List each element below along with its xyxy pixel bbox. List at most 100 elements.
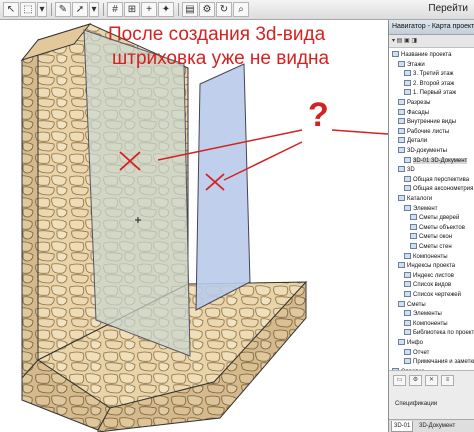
toolbar-divider: [178, 3, 179, 16]
tree-item[interactable]: 3D-01 3D-Документ: [404, 156, 468, 166]
tree-item[interactable]: Общая аксонометрия: [404, 185, 473, 194]
folder-icon: [398, 99, 405, 105]
dropdown-icon[interactable]: ▾: [89, 2, 99, 17]
tree-item-label: Список видов: [413, 282, 452, 289]
rotate-icon[interactable]: ↻: [216, 2, 232, 17]
eyedropper-icon[interactable]: ✎: [55, 2, 71, 17]
tree-item[interactable]: Сметы объектов: [410, 223, 465, 233]
tree-item-label: Общая аксонометрия: [413, 186, 474, 193]
dropdown-icon[interactable]: ▾: [37, 2, 47, 17]
tree-item[interactable]: Общая перспектива: [404, 175, 469, 185]
folder-icon: [398, 108, 405, 115]
tree-item[interactable]: Название проекта: [392, 51, 451, 60]
tree-item[interactable]: Инфо: [398, 339, 423, 348]
tree-item[interactable]: Индексы проекта: [398, 262, 455, 271]
tree-item[interactable]: Компоненты: [404, 252, 448, 262]
view-tabs: 3D-01 3D-Документ: [389, 419, 474, 432]
tab-3d-01[interactable]: 3D-01: [391, 421, 414, 432]
tree-item-label: Каталоги: [407, 196, 433, 202]
tree-item[interactable]: 2. Второй этаж: [404, 79, 455, 89]
tree-item[interactable]: 3D-документы: [398, 147, 447, 156]
layers-icon[interactable]: ▤: [182, 2, 198, 17]
3d-model-drawing: [20, 23, 388, 432]
plus-snap-icon[interactable]: +: [141, 2, 157, 17]
grid-icon[interactable]: #: [107, 2, 123, 17]
tree-item[interactable]: Сметы: [398, 300, 426, 310]
settings-icon[interactable]: ⚙: [409, 375, 422, 386]
tree-item-label: Библиотека по проекту: [413, 330, 474, 337]
goto-menu[interactable]: Перейти: [428, 3, 468, 14]
annotation-pointer-line: [331, 129, 388, 135]
tree-item-label: Этажи: [407, 61, 425, 68]
view-icon: [410, 223, 417, 230]
view-icon: [404, 70, 411, 77]
view-icon: [404, 310, 411, 317]
zoom-icon[interactable]: ⌕: [233, 2, 249, 17]
view-icon: [404, 252, 411, 259]
tree-item-label: 2. Второй этаж: [413, 80, 455, 87]
tree-item[interactable]: 3D: [398, 166, 415, 175]
view-icon: [410, 214, 417, 221]
tree-item-label: Фасады: [407, 109, 430, 116]
specifications-label: Спецификации: [395, 401, 438, 407]
tree-item-label: Сметы дверей: [419, 215, 460, 222]
delete-icon[interactable]: ✕: [425, 375, 438, 386]
folder-icon: [392, 51, 399, 57]
tree-item[interactable]: Внутренние виды: [398, 118, 456, 127]
tree-item-label: Элемент: [413, 205, 438, 212]
marquee-icon[interactable]: ⬚: [20, 2, 36, 17]
tree-item-label: 3D: [407, 167, 415, 174]
folder-icon: [398, 60, 405, 67]
folder-icon: [398, 339, 405, 345]
folder-icon: [398, 127, 405, 134]
tree-item[interactable]: Список чертежей: [404, 291, 461, 300]
tree-item-label: Внутренние виды: [407, 119, 457, 126]
tree-item-label: Примечания и заметки: [413, 359, 474, 366]
annotation-line-2: штриховка уже не видна: [112, 48, 330, 69]
view-icon: [404, 271, 411, 278]
tree-item[interactable]: Сметы окон: [410, 233, 452, 242]
grid-snap-icon[interactable]: ⊞: [124, 2, 140, 17]
tree-item[interactable]: Элементы: [404, 310, 442, 319]
tree-item[interactable]: Этажи: [398, 60, 425, 70]
tree-item[interactable]: Библиотека по проекту: [404, 329, 474, 338]
tree-item[interactable]: Разрезы: [398, 99, 430, 108]
tree-item-label: Список чертежей: [413, 292, 461, 298]
tree-item[interactable]: 1. Первый этаж: [404, 89, 456, 98]
tree-item[interactable]: Примечания и заметки: [404, 358, 474, 367]
pointer-icon[interactable]: ↖: [3, 2, 19, 17]
tree-item[interactable]: Детали: [398, 137, 427, 146]
3d-view-canvas[interactable]: После создания 3d-вида штриховка уже не …: [0, 20, 388, 432]
tree-item-label: Название проекта: [401, 52, 452, 58]
arrow-icon[interactable]: ➚: [72, 2, 88, 17]
tree-item[interactable]: Каталоги: [398, 195, 432, 204]
tree-item[interactable]: Сметы дверей: [410, 214, 459, 223]
tab-3d-document[interactable]: 3D-Документ: [417, 421, 457, 431]
new-view-icon[interactable]: ▭: [393, 375, 406, 386]
tree-item-label: Инфо: [407, 340, 423, 346]
tree-item[interactable]: Сметы стен: [410, 243, 452, 252]
tree-item-label: 3D-документы: [407, 148, 447, 154]
navigator-toolbar: ▾ ▤ ▣ ◨: [389, 35, 474, 48]
view-icon: [404, 329, 411, 336]
tree-item[interactable]: Фасады: [398, 108, 430, 118]
magic-wand-icon[interactable]: ✦: [158, 2, 174, 17]
tree-item[interactable]: Элемент: [404, 204, 438, 214]
tree-item[interactable]: 3. Третий этаж: [404, 70, 454, 79]
tree-item[interactable]: Список видов: [404, 281, 451, 290]
tree-item-label: Индекс листов: [413, 272, 454, 279]
tree-item[interactable]: Компоненты: [404, 319, 448, 329]
view-icon: [404, 348, 411, 355]
tree-item[interactable]: Индекс листов: [404, 271, 454, 281]
properties-icon[interactable]: ≡: [441, 375, 454, 386]
top-toolbar: ↖ ⬚ ▾ ✎ ➚ ▾ # ⊞ + ✦ ▤ ⚙ ↻ ⌕ Перейти: [0, 0, 474, 20]
toolbar-divider: [103, 3, 104, 16]
settings-icon[interactable]: ⚙: [199, 2, 215, 17]
navigator-title[interactable]: Навигатор - Карта проекта: [389, 20, 474, 35]
tree-item-label: 3. Третий этаж: [413, 71, 454, 78]
view-icon: [404, 79, 411, 86]
tree-item[interactable]: Отчет: [404, 348, 429, 358]
tree-item-label: Индексы проекта: [407, 263, 456, 270]
folder-icon: [398, 137, 405, 144]
tree-item[interactable]: Рабочие листы: [398, 127, 449, 137]
